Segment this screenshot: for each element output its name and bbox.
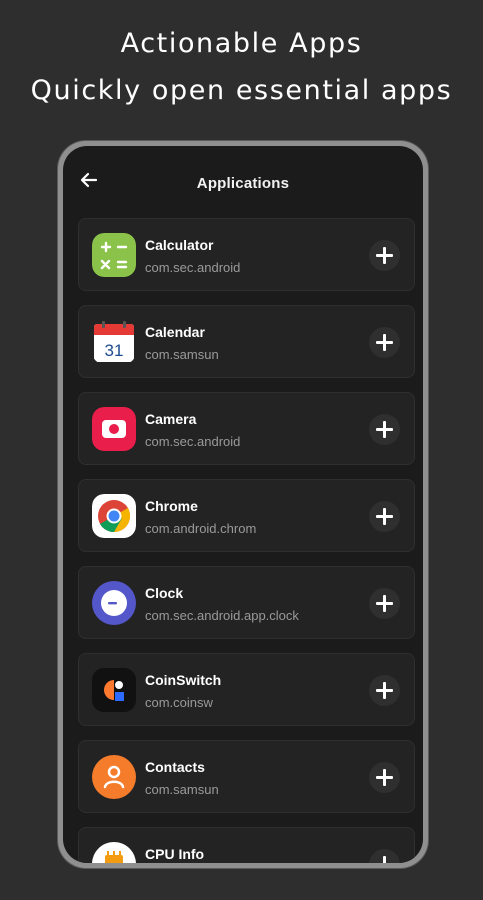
app-name: Camera [145,411,197,427]
camera-icon [92,407,136,451]
add-camera-button[interactable] [369,414,400,445]
top-app-bar: Applications [63,146,423,210]
app-package: com.sec.android.app.clock [145,608,299,623]
app-row-chrome[interactable]: Chrome com.android.chrom [78,479,415,552]
add-coinswitch-button[interactable] [369,675,400,706]
add-calculator-button[interactable] [369,240,400,271]
app-package: com.samsun [145,782,219,797]
app-screen: Applications Calculator com.sec.android [63,146,423,863]
add-clock-button[interactable] [369,588,400,619]
app-name: CPU Info [145,846,205,862]
svg-text:31: 31 [105,341,124,360]
add-contacts-button[interactable] [369,762,400,793]
add-cpu-info-button[interactable] [369,849,400,863]
app-name: Clock [145,585,184,601]
cpu-info-icon [92,842,136,863]
coinswitch-icon [92,668,136,712]
app-row-contacts[interactable]: Contacts com.samsun [78,740,415,813]
app-name: CoinSwitch [145,672,222,688]
chrome-icon [92,494,136,538]
app-row-calculator[interactable]: Calculator com.sec.android [78,218,415,291]
page-title: Applications [196,175,290,192]
app-name: Calculator [145,237,214,253]
app-package: com.android.chrom [145,521,257,536]
app-row-cpu-info[interactable]: CPU Info [78,827,415,863]
promo-subheadline: Quickly open essential apps [30,75,453,106]
calculator-icon [92,233,136,277]
contacts-icon [92,755,136,799]
add-chrome-button[interactable] [369,501,400,532]
add-calendar-button[interactable] [369,327,400,358]
app-name: Chrome [145,498,198,514]
app-name: Calendar [145,324,205,340]
app-name: Contacts [145,759,205,775]
phone-frame: Applications Calculator com.sec.android [58,141,428,868]
calendar-icon: 31 [94,321,134,362]
app-row-coinswitch[interactable]: CoinSwitch com.coinsw [78,653,415,726]
app-row-clock[interactable]: Clock com.sec.android.app.clock [78,566,415,639]
app-package: com.sec.android [145,260,241,275]
clock-icon [92,581,136,625]
app-package: com.coinsw [145,695,213,710]
app-package: com.samsun [145,347,219,362]
app-row-calendar[interactable]: 31 Calendar com.samsun [78,305,415,378]
app-package: com.sec.android [145,434,241,449]
promo-headline: Actionable Apps [120,28,363,59]
app-row-camera[interactable]: Camera com.sec.android [78,392,415,465]
